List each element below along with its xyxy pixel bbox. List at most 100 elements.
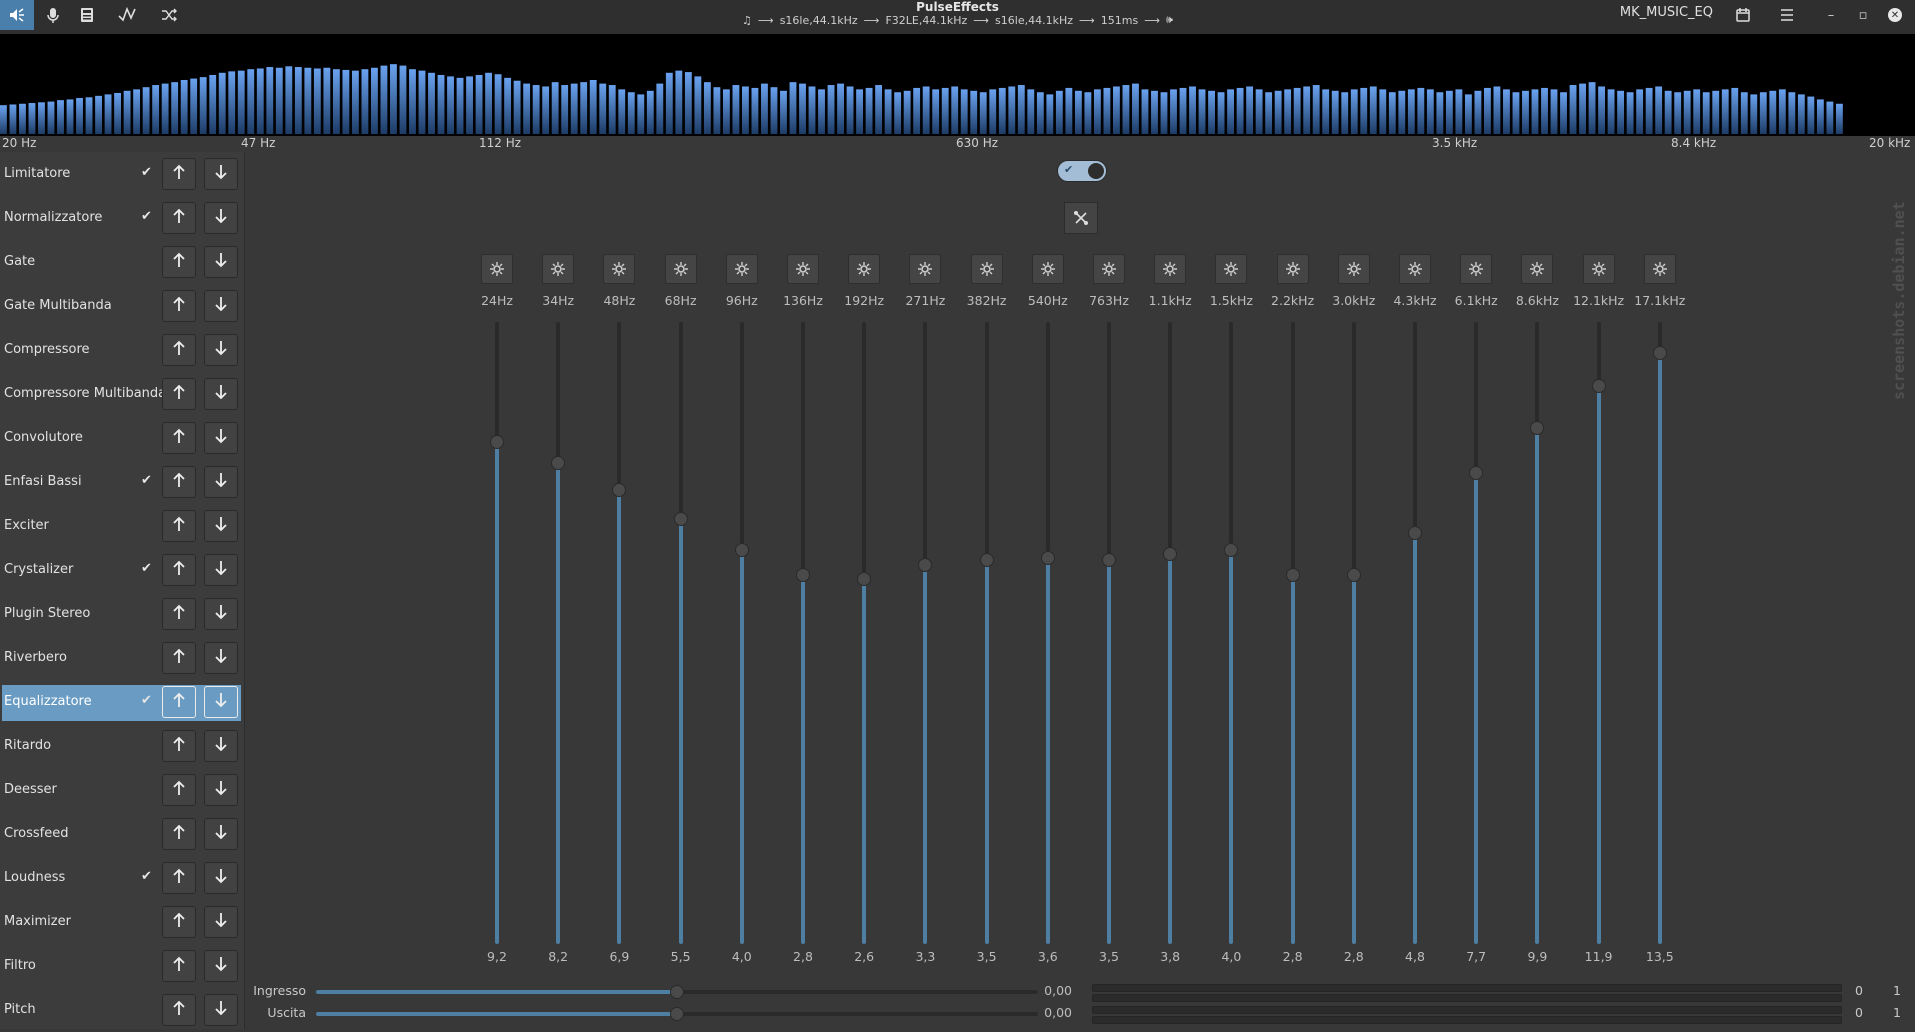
- band-gain-slider[interactable]: [1290, 322, 1295, 944]
- move-up-button[interactable]: [162, 950, 196, 982]
- move-up-button[interactable]: [162, 466, 196, 498]
- band-settings-button[interactable]: [848, 254, 881, 284]
- plugin-row[interactable]: Loudness ✔: [0, 856, 243, 900]
- band-gain-slider[interactable]: [1413, 322, 1417, 944]
- plugin-row[interactable]: Compressore Multibanda: [0, 372, 243, 416]
- plugin-row[interactable]: Riverbero: [0, 636, 243, 680]
- band-settings-button[interactable]: [1460, 254, 1493, 284]
- band-settings-button[interactable]: [1399, 254, 1431, 284]
- move-down-button[interactable]: [204, 818, 238, 850]
- plugin-row[interactable]: Exciter: [0, 504, 243, 548]
- band-settings-button[interactable]: [481, 254, 513, 284]
- move-up-button[interactable]: [162, 334, 196, 366]
- band-slider-handle[interactable]: [1224, 543, 1239, 558]
- menu-icon[interactable]: [1774, 2, 1800, 28]
- move-down-button[interactable]: [204, 906, 238, 938]
- move-up-button[interactable]: [162, 686, 196, 718]
- move-up-button[interactable]: [162, 290, 196, 322]
- band-settings-button[interactable]: [1582, 254, 1615, 284]
- band-settings-button[interactable]: [1154, 254, 1187, 284]
- plugin-row[interactable]: Equalizzatore ✔: [0, 680, 243, 724]
- move-up-button[interactable]: [162, 774, 196, 806]
- move-up-button[interactable]: [162, 818, 196, 850]
- move-down-button[interactable]: [204, 290, 238, 322]
- equalizer-tools-button[interactable]: [1064, 202, 1098, 234]
- plugin-row[interactable]: Filtro: [0, 944, 243, 988]
- move-down-button[interactable]: [204, 950, 238, 982]
- plugin-row[interactable]: Pitch: [0, 988, 243, 1032]
- plugin-row[interactable]: Maximizer: [0, 900, 243, 944]
- move-down-button[interactable]: [204, 598, 238, 630]
- move-up-button[interactable]: [162, 730, 196, 762]
- move-down-button[interactable]: [204, 510, 238, 542]
- plugin-row[interactable]: Gate Multibanda: [0, 284, 243, 328]
- input-gain-slider[interactable]: [316, 985, 1038, 999]
- band-settings-button[interactable]: [542, 254, 575, 284]
- band-gain-slider[interactable]: [617, 322, 622, 944]
- band-gain-slider[interactable]: [1229, 322, 1234, 944]
- plugin-row[interactable]: Normalizzatore ✔: [0, 196, 243, 240]
- close-icon[interactable]: ✕: [1882, 2, 1908, 28]
- band-slider-handle[interactable]: [1530, 420, 1545, 435]
- band-gain-slider[interactable]: [495, 322, 499, 944]
- band-gain-slider[interactable]: [1168, 322, 1173, 944]
- move-up-button[interactable]: [162, 994, 196, 1026]
- move-up-button[interactable]: [162, 510, 196, 542]
- move-down-button[interactable]: [204, 730, 238, 762]
- band-slider-handle[interactable]: [734, 543, 749, 558]
- band-gain-slider[interactable]: [1107, 322, 1111, 944]
- move-down-button[interactable]: [204, 642, 238, 674]
- plugin-row[interactable]: Convolutore: [0, 416, 243, 460]
- move-up-button[interactable]: [162, 906, 196, 938]
- move-down-button[interactable]: [204, 202, 238, 234]
- move-down-button[interactable]: [204, 994, 238, 1026]
- band-slider-handle[interactable]: [1591, 379, 1606, 394]
- band-gain-slider[interactable]: [984, 322, 989, 944]
- move-down-button[interactable]: [204, 246, 238, 278]
- band-slider-handle[interactable]: [1040, 551, 1055, 566]
- band-slider-handle[interactable]: [1102, 553, 1116, 568]
- band-slider-handle[interactable]: [918, 557, 933, 572]
- band-slider-handle[interactable]: [551, 455, 566, 470]
- band-slider-handle[interactable]: [612, 482, 627, 497]
- move-down-button[interactable]: [204, 422, 238, 454]
- band-gain-slider[interactable]: [678, 322, 683, 944]
- band-settings-button[interactable]: [1337, 254, 1370, 284]
- band-settings-button[interactable]: [909, 254, 942, 284]
- minimize-icon[interactable]: –: [1818, 2, 1844, 28]
- band-settings-button[interactable]: [603, 254, 636, 284]
- band-settings-button[interactable]: [1215, 254, 1248, 284]
- band-slider-handle[interactable]: [857, 572, 872, 587]
- move-up-button[interactable]: [162, 246, 196, 278]
- band-slider-handle[interactable]: [1163, 547, 1178, 562]
- move-down-button[interactable]: [204, 466, 238, 498]
- move-up-button[interactable]: [162, 378, 196, 410]
- move-up-button[interactable]: [162, 158, 196, 190]
- move-up-button[interactable]: [162, 202, 196, 234]
- band-gain-slider[interactable]: [1351, 322, 1356, 944]
- band-slider-handle[interactable]: [1285, 567, 1300, 582]
- move-up-button[interactable]: [162, 862, 196, 894]
- move-up-button[interactable]: [162, 642, 196, 674]
- band-gain-slider[interactable]: [1535, 322, 1540, 944]
- plugin-row[interactable]: Crystalizer ✔: [0, 548, 243, 592]
- band-settings-button[interactable]: [1521, 254, 1554, 284]
- move-down-button[interactable]: [204, 554, 238, 586]
- plugin-row[interactable]: Deesser: [0, 768, 243, 812]
- band-slider-handle[interactable]: [673, 511, 688, 526]
- move-down-button[interactable]: [204, 334, 238, 366]
- plugin-row[interactable]: Enfasi Bassi ✔: [0, 460, 243, 504]
- band-slider-handle[interactable]: [1346, 567, 1361, 582]
- band-settings-button[interactable]: [664, 254, 697, 284]
- band-slider-handle[interactable]: [490, 435, 504, 450]
- calendar-icon[interactable]: [1730, 2, 1756, 28]
- band-settings-button[interactable]: [1031, 254, 1064, 284]
- move-up-button[interactable]: [162, 598, 196, 630]
- band-gain-slider[interactable]: [739, 322, 744, 944]
- plugin-row[interactable]: Limitatore ✔: [0, 152, 243, 196]
- band-gain-slider[interactable]: [862, 322, 867, 944]
- band-settings-button[interactable]: [787, 254, 819, 284]
- output-gain-slider[interactable]: [316, 1007, 1038, 1021]
- band-slider-handle[interactable]: [979, 553, 994, 568]
- band-slider-handle[interactable]: [1469, 466, 1484, 481]
